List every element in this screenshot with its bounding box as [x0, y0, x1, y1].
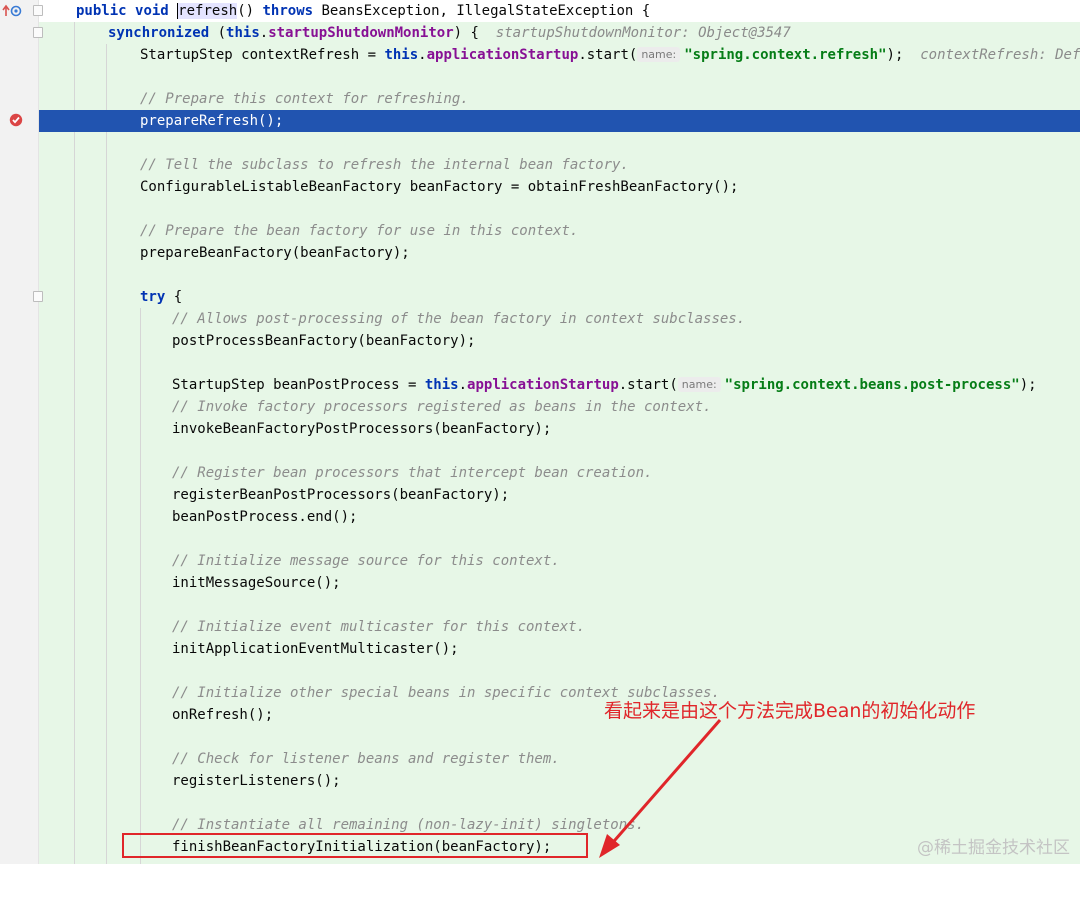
watermark: @稀土掘金技术社区	[917, 838, 1070, 858]
annotation-arrow-icon	[599, 719, 722, 858]
